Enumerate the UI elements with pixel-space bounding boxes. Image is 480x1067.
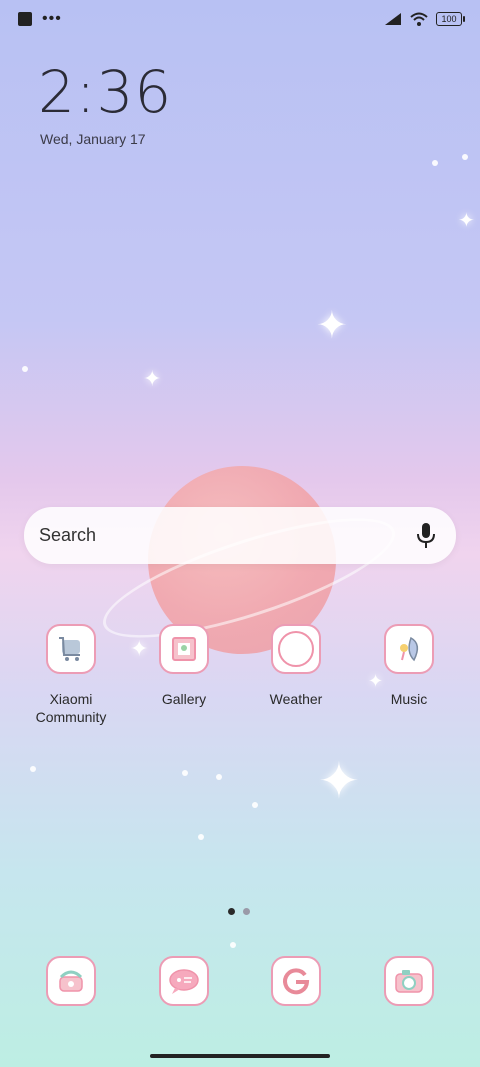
more-dots-icon: •••	[42, 10, 62, 27]
sparkle-star-icon: ✦	[318, 753, 360, 809]
star-dot	[22, 366, 28, 372]
star-dot	[432, 160, 438, 166]
picture-frame-icon	[159, 624, 209, 674]
music-leaf-icon	[384, 624, 434, 674]
sparkle-star-icon: ✦	[458, 210, 475, 232]
signal-icon	[385, 13, 401, 25]
home-gesture-bar[interactable]	[150, 1054, 330, 1058]
app-label: Xiaomi Community	[16, 690, 126, 726]
page-dot-active[interactable]	[228, 908, 235, 915]
star-dot	[198, 834, 204, 840]
star-dot	[462, 154, 468, 160]
search-placeholder: Search	[39, 525, 97, 545]
app-label-line2: Community	[35, 709, 107, 725]
battery-level: 100	[441, 14, 457, 24]
circle-icon	[271, 624, 321, 674]
phone-icon	[46, 956, 96, 1006]
dock-phone[interactable]	[16, 956, 126, 1006]
star-dot	[30, 766, 36, 772]
google-g-icon	[271, 956, 321, 1006]
sparkle-star-icon: ✦	[316, 305, 348, 347]
app-xiaomi-community[interactable]: Xiaomi Community	[16, 624, 126, 726]
search-bar[interactable]: Search	[24, 507, 456, 564]
star-dot	[216, 774, 222, 780]
wifi-icon	[410, 12, 428, 26]
microphone-icon[interactable]	[416, 522, 436, 550]
dock-messages[interactable]	[129, 956, 239, 1006]
battery-icon: 100	[436, 12, 465, 26]
sparkle-star-icon: ✦	[143, 366, 162, 391]
dock-google[interactable]	[241, 956, 351, 1006]
clock-time[interactable]: 2:36	[38, 58, 172, 126]
star-dot	[230, 942, 236, 948]
clock-date[interactable]: Wed, January 17	[40, 131, 146, 147]
status-bar: ••• 100	[0, 0, 480, 40]
chat-bubble-icon	[159, 956, 209, 1006]
square-notification-icon	[18, 12, 32, 26]
app-label: Weather	[269, 691, 323, 707]
app-label-line1: Xiaomi	[49, 691, 93, 707]
app-gallery[interactable]: Gallery	[129, 624, 239, 708]
dock-camera[interactable]	[354, 956, 464, 1006]
app-music[interactable]: Music	[354, 624, 464, 708]
star-dot	[252, 802, 258, 808]
app-label: Music	[390, 691, 428, 707]
shopping-cart-icon	[46, 624, 96, 674]
camera-icon	[384, 956, 434, 1006]
page-dot[interactable]	[243, 908, 250, 915]
page-indicator[interactable]	[228, 908, 250, 915]
app-weather[interactable]: Weather	[241, 624, 351, 708]
star-dot	[182, 770, 188, 776]
app-label: Gallery	[161, 691, 207, 707]
